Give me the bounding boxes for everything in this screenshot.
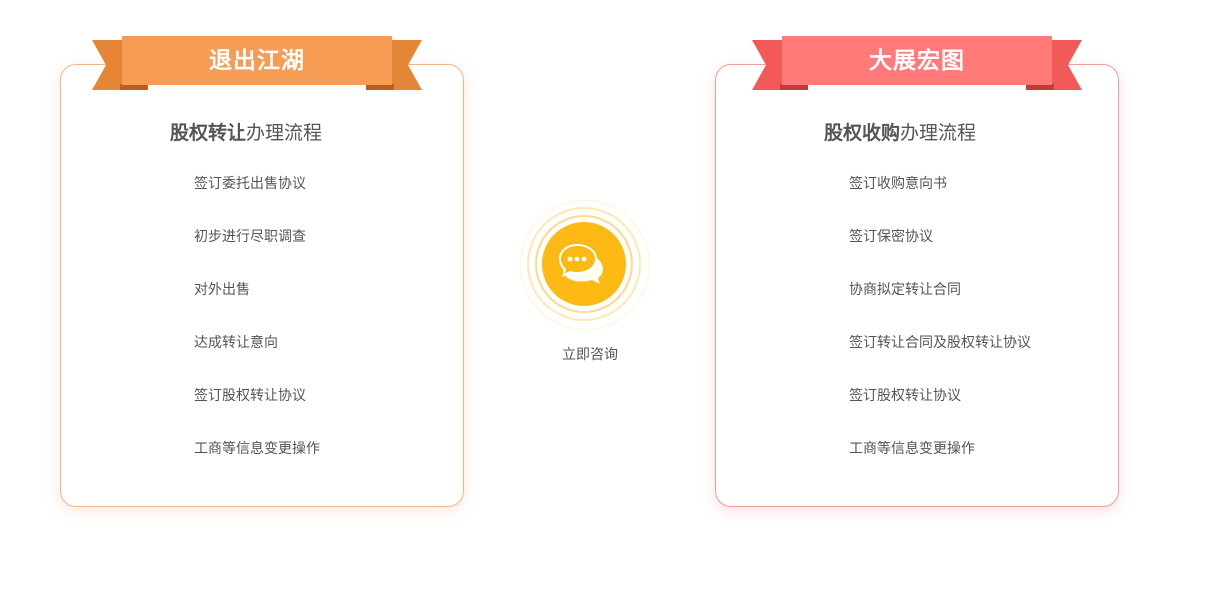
list-item: 工商等信息变更操作 [849,441,975,457]
list-item: 签订转让合同及股权转让协议 [849,335,1031,351]
acquisition-ribbon-title: 大展宏图 [869,48,965,74]
acquisition-process-title: 股权收购办理流程 [698,119,1102,147]
acquisition-ribbon: 大展宏图 [752,36,1082,92]
acquisition-title-bold: 股权收购 [823,122,900,144]
list-item: 达成转让意向 [194,335,278,351]
exit-title-rest: 办理流程 [246,122,323,144]
list-item: 工商等信息变更操作 [194,441,320,457]
chat-bubbles-icon [559,244,603,284]
list-item: 签订保密协议 [849,229,933,245]
exit-title-bold: 股权转让 [169,122,246,144]
list-item: 对外出售 [194,282,250,298]
list-item: 协商拟定转让合同 [849,282,961,298]
consult-button[interactable] [542,222,626,306]
acquisition-steps-list: 签订收购意向书 签订保密协议 协商拟定转让合同 签订转让合同及股权转让协议 签订… [849,172,1031,490]
consult-link[interactable]: 立即咨询 [540,344,640,364]
list-item: 签订委托出售协议 [194,176,306,192]
exit-process-title: 股权转让办理流程 [44,119,448,147]
list-item: 初步进行尽职调查 [194,229,306,245]
acquisition-title-rest: 办理流程 [900,122,977,144]
list-item: 签订股权转让协议 [194,388,306,404]
exit-steps-list: 签订委托出售协议 初步进行尽职调查 对外出售 达成转让意向 签订股权转让协议 工… [194,172,320,490]
list-item: 签订收购意向书 [849,176,947,192]
list-item: 签订股权转让协议 [849,388,961,404]
exit-ribbon-title: 退出江湖 [209,48,305,74]
exit-ribbon: 退出江湖 [92,36,422,92]
consult-widget [520,200,650,330]
